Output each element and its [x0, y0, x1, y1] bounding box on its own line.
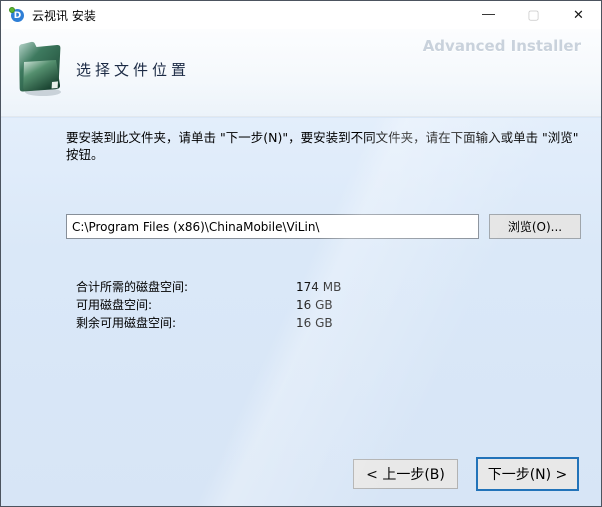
disk-row-available: 可用磁盘空间: 16 GB: [76, 296, 416, 314]
disk-space-info: 合计所需的磁盘空间: 174 MB 可用磁盘空间: 16 GB 剩余可用磁盘空间…: [76, 278, 416, 332]
disk-label: 合计所需的磁盘空间:: [76, 280, 189, 294]
browse-button[interactable]: 浏览(O)...: [489, 214, 581, 239]
wizard-header: 选择文件位置 Advanced Installer: [1, 29, 601, 117]
advanced-installer-watermark: Advanced Installer: [422, 37, 581, 55]
maximize-icon[interactable]: ▢: [511, 1, 556, 29]
install-path-input[interactable]: [66, 214, 479, 239]
close-icon[interactable]: ✕: [556, 1, 601, 29]
disk-row-remaining: 剩余可用磁盘空间: 16 GB: [76, 314, 416, 332]
caption-buttons: — ▢ ✕: [466, 1, 601, 29]
nav-button-bar: < 上一步(B) 下一步(N) >: [1, 446, 601, 506]
disk-row-required: 合计所需的磁盘空间: 174 MB: [76, 278, 416, 296]
green-folder-icon: [19, 41, 61, 96]
back-button[interactable]: < 上一步(B): [353, 459, 458, 489]
next-button[interactable]: 下一步(N) >: [476, 457, 579, 491]
minimize-icon[interactable]: —: [466, 1, 511, 29]
wizard-body: 要安装到此文件夹，请单击 "下一步(N)"，要安装到不同文件夹，请在下面输入或单…: [1, 118, 601, 506]
title-bar[interactable]: D 云视讯 安装 — ▢ ✕: [1, 1, 601, 29]
window-title: 云视讯 安装: [32, 8, 96, 23]
disk-label: 剩余可用磁盘空间:: [76, 316, 177, 330]
disk-value: 16 GB: [296, 316, 333, 330]
disk-label: 可用磁盘空间:: [76, 298, 153, 312]
page-title: 选择文件位置: [76, 61, 191, 79]
disk-value: 16 GB: [296, 298, 333, 312]
instruction-text: 要安装到此文件夹，请单击 "下一步(N)"，要安装到不同文件夹，请在下面输入或单…: [66, 130, 579, 162]
installer-window: D 云视讯 安装 — ▢ ✕ 选择文件位置 Advanced Installer…: [0, 0, 602, 507]
app-logo-icon: D: [9, 7, 25, 23]
disk-value: 174 MB: [296, 280, 342, 294]
